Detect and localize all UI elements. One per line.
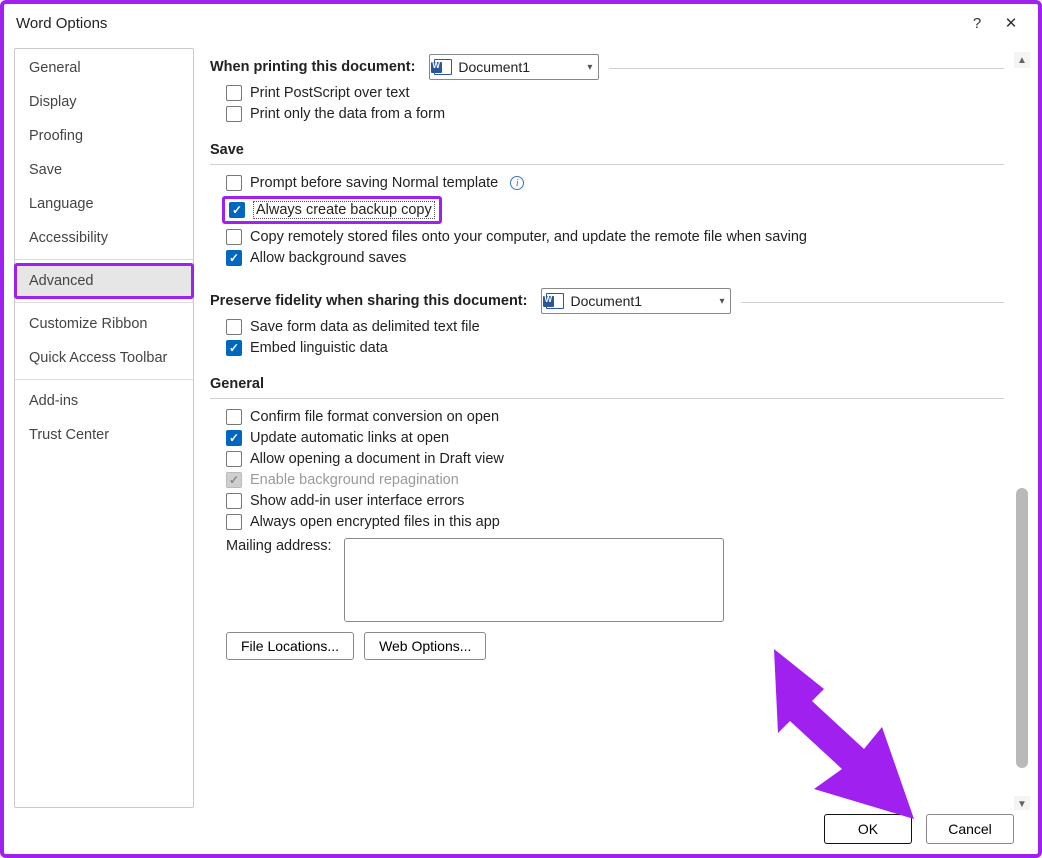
mailing-address-row: Mailing address: (226, 538, 1004, 622)
checkbox[interactable] (226, 409, 242, 425)
checkbox[interactable] (226, 319, 242, 335)
settings-pane: When printing this document: Document1 ▾… (210, 46, 1034, 810)
checkbox[interactable] (226, 85, 242, 101)
sidebar-item-save[interactable]: Save (15, 153, 193, 187)
prompt-normal-template-checkbox-row[interactable]: Prompt before saving Normal template (226, 175, 1004, 191)
print-data-form-checkbox-row[interactable]: Print only the data from a form (226, 106, 1004, 122)
mailing-address-label: Mailing address: (226, 538, 332, 554)
printing-document-dropdown[interactable]: Document1 ▾ (429, 54, 599, 80)
scroll-track[interactable] (1014, 68, 1030, 796)
info-icon[interactable] (510, 176, 524, 190)
auto-links-checkbox-row[interactable]: Update automatic links at open (226, 430, 1004, 446)
chevron-down-icon: ▾ (719, 296, 724, 307)
checkbox[interactable] (226, 430, 242, 446)
checkbox[interactable] (226, 250, 242, 266)
print-postscript-checkbox-row[interactable]: Print PostScript over text (226, 85, 1004, 101)
sidebar-item-general[interactable]: General (15, 51, 193, 85)
web-options-button[interactable]: Web Options... (364, 632, 486, 660)
scroll-down-button[interactable]: ▼ (1014, 796, 1030, 810)
category-sidebar: General Display Proofing Save Language A… (14, 48, 194, 808)
checkbox[interactable] (226, 229, 242, 245)
backup-copy-checkbox[interactable] (229, 202, 245, 218)
checkbox[interactable] (226, 340, 242, 356)
checkbox-disabled (226, 472, 242, 488)
checkbox[interactable] (226, 106, 242, 122)
form-data-delimited-checkbox-row[interactable]: Save form data as delimited text file (226, 319, 1004, 335)
fidelity-document-dropdown[interactable]: Document1 ▾ (541, 288, 731, 314)
encrypted-files-checkbox-row[interactable]: Always open encrypted files in this app (226, 514, 1004, 530)
checkbox[interactable] (226, 175, 242, 191)
allow-bg-saves-checkbox-row[interactable]: Allow background saves (226, 250, 1004, 266)
draft-view-checkbox-row[interactable]: Allow opening a document in Draft view (226, 451, 1004, 467)
sidebar-item-addins[interactable]: Add-ins (15, 384, 193, 418)
ok-button[interactable]: OK (824, 814, 912, 844)
backup-copy-label: Always create backup copy (253, 201, 435, 219)
sidebar-item-accessibility[interactable]: Accessibility (15, 221, 193, 255)
sidebar-item-proofing[interactable]: Proofing (15, 119, 193, 153)
dialog-footer: OK Cancel (824, 814, 1014, 844)
checkbox[interactable] (226, 514, 242, 530)
sidebar-separator (15, 379, 193, 380)
addin-errors-checkbox-row[interactable]: Show add-in user interface errors (226, 493, 1004, 509)
bg-repagination-checkbox-row: Enable background repagination (226, 472, 1004, 488)
vertical-scrollbar[interactable]: ▲ ▼ (1014, 52, 1030, 810)
word-document-icon (434, 59, 452, 75)
cancel-button[interactable]: Cancel (926, 814, 1014, 844)
window-title: Word Options (16, 15, 960, 32)
embed-linguistic-checkbox-row[interactable]: Embed linguistic data (226, 340, 1004, 356)
sidebar-item-customize-ribbon[interactable]: Customize Ribbon (15, 307, 193, 341)
titlebar: Word Options ? ✕ (4, 4, 1038, 38)
checkbox[interactable] (226, 451, 242, 467)
scroll-up-button[interactable]: ▲ (1014, 52, 1030, 68)
printing-section-header: When printing this document: Document1 ▾ (210, 54, 1004, 80)
chevron-down-icon: ▾ (587, 62, 592, 73)
copy-remote-checkbox-row[interactable]: Copy remotely stored files onto your com… (226, 229, 1004, 245)
save-section-title: Save (210, 142, 1004, 158)
help-button[interactable]: ? (960, 9, 994, 37)
scroll-thumb[interactable] (1016, 488, 1028, 768)
general-buttons-row: File Locations... Web Options... (226, 632, 1004, 660)
general-section-title: General (210, 376, 1004, 392)
fidelity-section-header: Preserve fidelity when sharing this docu… (210, 288, 1004, 314)
close-button[interactable]: ✕ (994, 9, 1028, 37)
sidebar-item-display[interactable]: Display (15, 85, 193, 119)
mailing-address-textarea[interactable] (344, 538, 724, 622)
sidebar-separator (15, 259, 193, 260)
sidebar-item-trust-center[interactable]: Trust Center (15, 418, 193, 452)
sidebar-item-quick-access[interactable]: Quick Access Toolbar (15, 341, 193, 375)
backup-copy-highlight: Always create backup copy (222, 196, 442, 224)
confirm-conversion-checkbox-row[interactable]: Confirm file format conversion on open (226, 409, 1004, 425)
dialog-content: General Display Proofing Save Language A… (4, 38, 1038, 810)
word-document-icon (546, 293, 564, 309)
sidebar-separator (15, 302, 193, 303)
sidebar-item-advanced[interactable]: Advanced (15, 264, 193, 298)
file-locations-button[interactable]: File Locations... (226, 632, 354, 660)
checkbox[interactable] (226, 493, 242, 509)
sidebar-item-language[interactable]: Language (15, 187, 193, 221)
